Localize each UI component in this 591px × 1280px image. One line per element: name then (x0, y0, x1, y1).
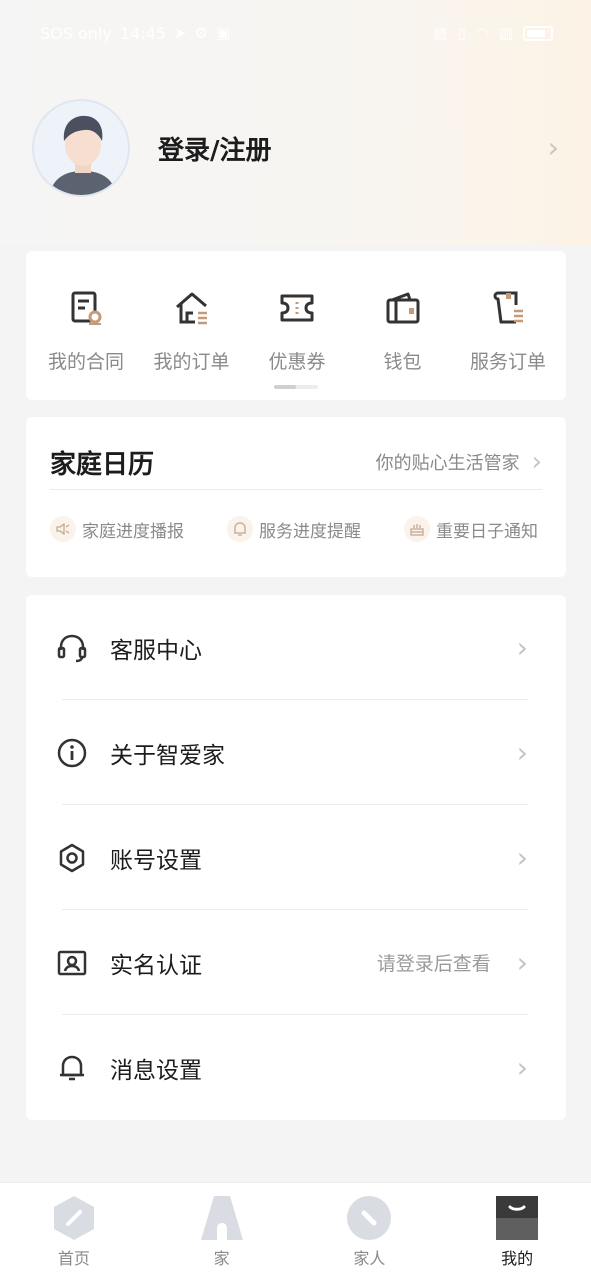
bell-icon (60, 1055, 84, 1080)
calendar-tag-label: 家庭进度播报 (82, 521, 184, 542)
bottom-tab-bar: 首页 家 家人 我的 (0, 1182, 591, 1280)
tab-house[interactable]: 家 (172, 1195, 272, 1280)
menu-item-hint: 请登录后查看 (376, 953, 491, 975)
menu-item-label: 客服中心 (110, 637, 202, 664)
coupon-icon (280, 294, 314, 322)
quick-action-orders[interactable]: 我的订单 (142, 289, 242, 374)
quick-actions-row: 我的合同 我的订单 优惠券 钱包 服务订单 (26, 251, 566, 374)
status-right: ▤ ▯ ◠ ▥ (433, 23, 553, 42)
calendar-tag-important-days[interactable]: 重要日子通知 (404, 516, 538, 542)
chevron-right-icon: › (516, 840, 528, 874)
tab-label: 家人 (353, 1249, 386, 1268)
quick-actions-card: 我的合同 我的订单 优惠券 钱包 服务订单 (26, 251, 566, 400)
quick-action-wallet[interactable]: 钱包 (353, 289, 453, 374)
calendar-tag-reminder[interactable]: 服务进度提醒 (227, 516, 361, 542)
page-indicator (274, 385, 318, 389)
family-calendar-card[interactable]: 家庭日历 你的贴心生活管家 › 家庭进度播报 服务进度提醒 重要日子通知 (26, 417, 566, 577)
quick-action-label: 服务订单 (469, 351, 546, 373)
quick-action-coupon[interactable]: 优惠券 (247, 289, 347, 374)
vibrate-icon: ▯ (457, 23, 466, 42)
notification-icon: ▣ (215, 23, 231, 42)
calendar-title: 家庭日历 (50, 449, 155, 480)
menu-item-label: 账号设置 (110, 847, 202, 874)
quick-action-service-order[interactable]: 服务订单 (458, 289, 558, 374)
battery-icon (523, 25, 553, 41)
menu-item-label: 消息设置 (110, 1057, 202, 1084)
headset-icon (57, 634, 87, 662)
default-avatar-icon (49, 115, 117, 195)
profile-login-row[interactable]: 登录/注册 › (32, 98, 559, 198)
calendar-tag-label: 服务进度提醒 (259, 521, 361, 542)
nfc-icon: ▤ (433, 23, 448, 42)
chevron-right-icon: › (516, 1050, 528, 1084)
profile-icon (496, 1196, 539, 1240)
quick-action-label: 我的订单 (153, 351, 230, 373)
cake-icon (404, 516, 430, 542)
menu-item-label: 实名认证 (110, 952, 202, 979)
menu-item-label: 关于智爱家 (110, 742, 225, 769)
menu-item-about[interactable]: 关于智爱家 › (26, 700, 566, 805)
menu-item-customer-service[interactable]: 客服中心 › (26, 595, 566, 700)
house-order-icon (175, 292, 207, 325)
quick-action-contract[interactable]: 我的合同 (36, 289, 136, 374)
settings-menu-card: 客服中心 › 关于智爱家 › 账号设置 › 实名认证 请登录后查看 › 消息设置… (26, 595, 566, 1120)
tab-home[interactable]: 首页 (24, 1195, 124, 1280)
info-icon (57, 738, 87, 767)
tab-label: 家 (213, 1249, 230, 1268)
chevron-right-icon: › (516, 735, 528, 769)
status-bar: SOS only 14:45 ➤ ⚙ ▣ ▤ ▯ ◠ ▥ (0, 0, 591, 66)
wifi-icon: ◠ (475, 23, 489, 42)
status-left: SOS only 14:45 ➤ ⚙ ▣ (40, 24, 230, 43)
quick-action-label: 优惠券 (268, 351, 326, 373)
chevron-right-icon: › (547, 131, 559, 164)
calendar-tag-label: 重要日子通知 (436, 521, 538, 542)
home-hexagon-icon (53, 1196, 94, 1240)
calendar-subtitle: 你的贴心生活管家 (375, 453, 520, 474)
menu-item-message-settings[interactable]: 消息设置 › (26, 1015, 566, 1120)
telegram-icon: ➤ (173, 23, 187, 42)
tab-label: 我的 (501, 1249, 534, 1268)
service-order-icon (493, 291, 523, 324)
wallet-icon (386, 292, 419, 324)
bell-icon (227, 516, 253, 542)
calendar-tags: 家庭进度播报 服务进度提醒 重要日子通知 (26, 490, 566, 542)
menu-item-real-name-verification[interactable]: 实名认证 请登录后查看 › (26, 910, 566, 1015)
chevron-right-icon: › (516, 945, 528, 979)
chevron-right-icon: › (531, 447, 542, 477)
avatar[interactable] (32, 99, 130, 197)
login-register-label[interactable]: 登录/注册 (158, 130, 548, 167)
quick-action-label: 我的合同 (47, 351, 124, 373)
family-icon (347, 1196, 392, 1240)
gear-icon: ⚙ (194, 23, 208, 42)
speaker-icon (50, 516, 76, 542)
menu-item-account-settings[interactable]: 账号设置 › (26, 805, 566, 910)
signal-icon: ▥ (498, 23, 513, 42)
calendar-subtitle-link[interactable]: 你的贴心生活管家 › (376, 449, 542, 475)
carrier-text: SOS only (40, 23, 112, 43)
tab-profile[interactable]: 我的 (467, 1195, 567, 1280)
house-icon (200, 1196, 243, 1240)
tab-family[interactable]: 家人 (319, 1195, 419, 1280)
hexagon-settings-icon (59, 843, 85, 872)
contract-icon (71, 291, 102, 325)
chevron-right-icon: › (516, 630, 528, 664)
clock-text: 14:45 (119, 23, 166, 43)
id-card-icon (57, 950, 87, 975)
tab-label: 首页 (57, 1249, 90, 1268)
quick-action-label: 钱包 (383, 351, 422, 373)
calendar-tag-broadcast[interactable]: 家庭进度播报 (50, 516, 184, 542)
calendar-header[interactable]: 家庭日历 你的贴心生活管家 › (26, 417, 566, 489)
